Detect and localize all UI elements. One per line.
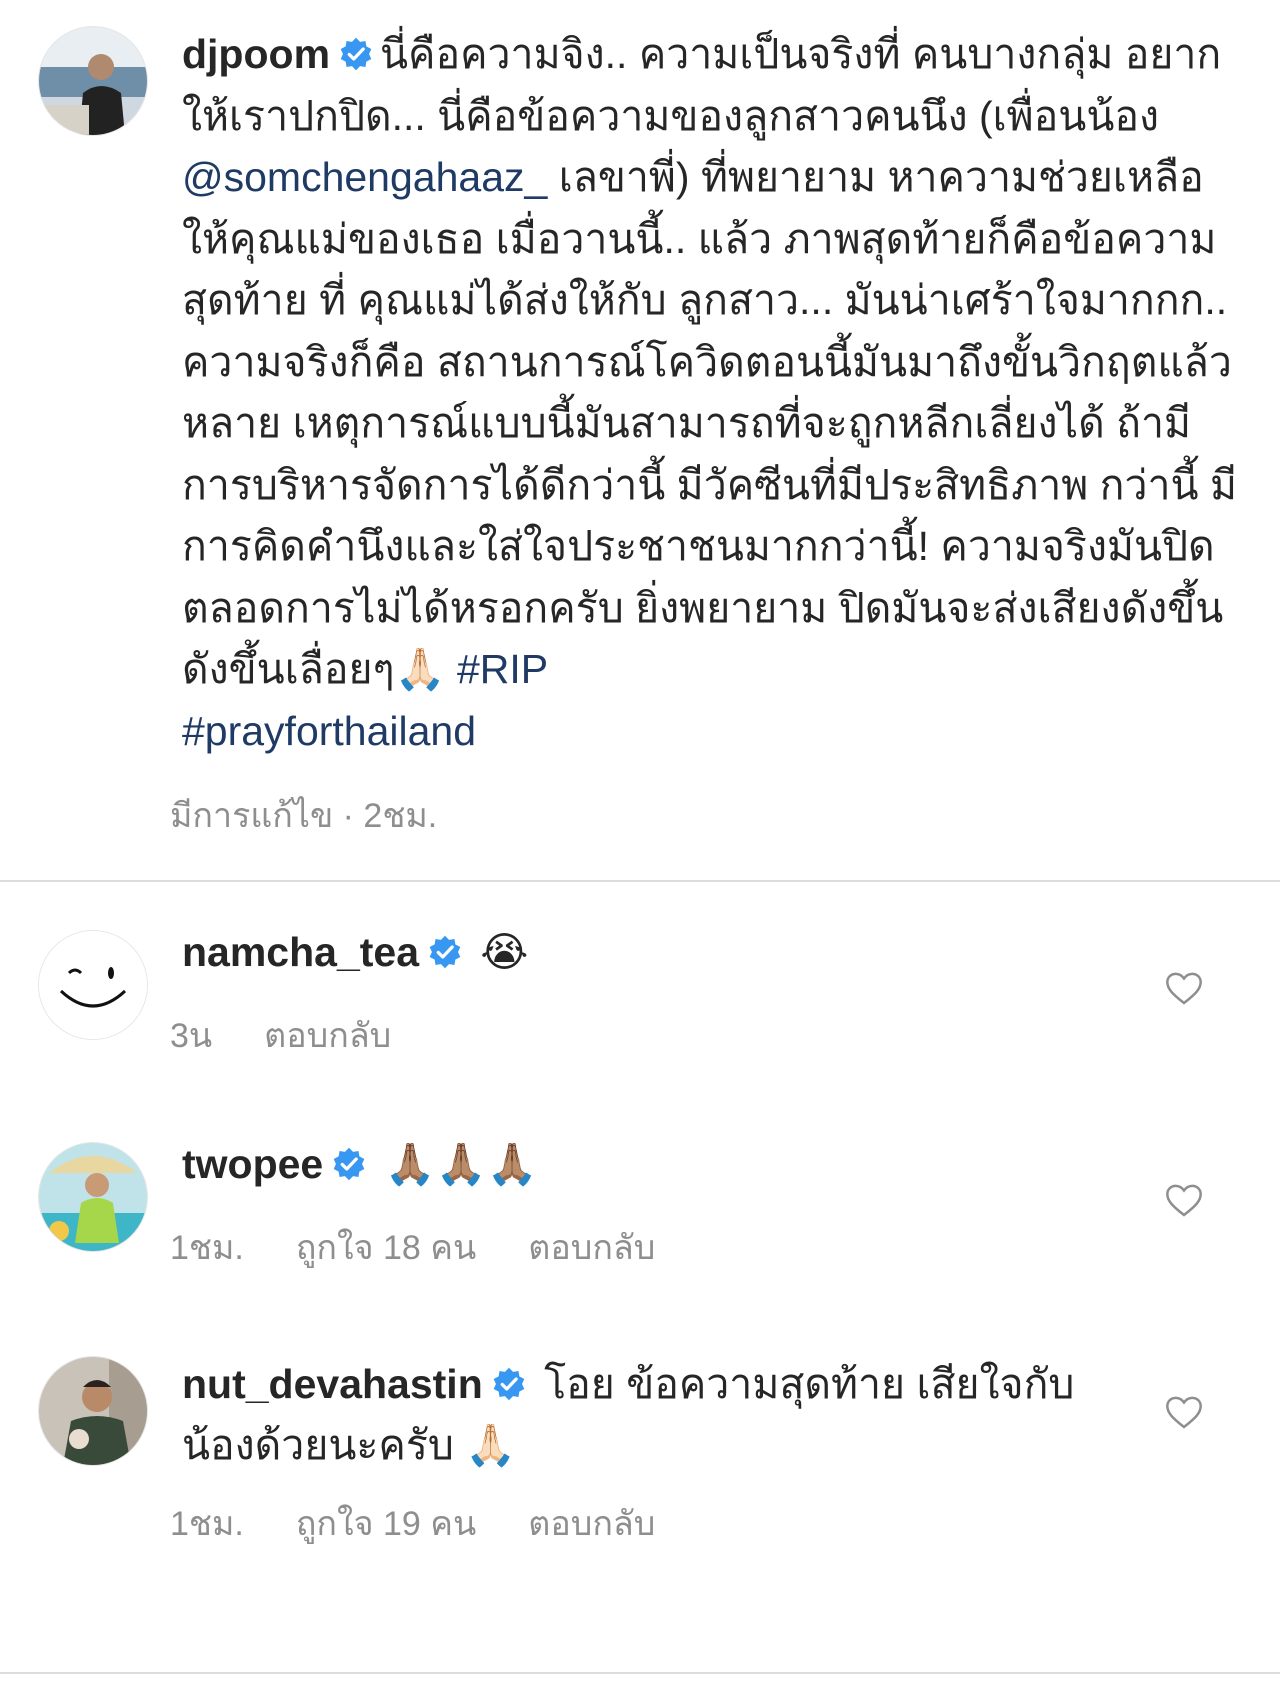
post-username[interactable]: djpoom — [182, 31, 330, 77]
smiley-face-icon — [39, 931, 147, 1039]
comment-username[interactable]: nut_devahastin — [182, 1361, 483, 1407]
comment-time: 1ชม. — [170, 1229, 244, 1267]
comment-nut-devahastin: nut_devahastin โอย ข้อความสุดท้าย เสียใจ… — [182, 1354, 1082, 1476]
reply-button[interactable]: ตอบกลับ — [528, 1505, 655, 1543]
heart-icon[interactable] — [1164, 1392, 1204, 1432]
verified-badge-icon — [331, 1146, 367, 1182]
avatar-djpoom[interactable] — [38, 26, 148, 136]
hashtag-rip[interactable]: #RIP — [457, 646, 548, 692]
hashtag-prayforthailand[interactable]: #prayforthailand — [182, 708, 476, 754]
avatar-photo — [39, 1143, 147, 1251]
comment-username[interactable]: twopee — [182, 1141, 323, 1187]
avatar-photo — [39, 1357, 147, 1465]
comment-meta: 1ชม. ถูกใจ 18 คน ตอบกลับ — [170, 1220, 707, 1274]
comment-likes[interactable]: ถูกใจ 19 คน — [296, 1505, 476, 1543]
avatar-photo — [39, 27, 147, 135]
verified-badge-icon — [338, 36, 374, 72]
post-edited-time: มีการแก้ไข · 2ชม. — [170, 797, 438, 835]
mention-link[interactable]: @somchengahaaz_ — [182, 154, 547, 200]
verified-badge-icon — [427, 934, 463, 970]
avatar-namcha-tea[interactable] — [38, 930, 148, 1040]
avatar-nut-devahastin[interactable] — [38, 1356, 148, 1466]
avatar-twopee[interactable] — [38, 1142, 148, 1252]
reply-button[interactable]: ตอบกลับ — [528, 1229, 655, 1267]
bottom-divider — [0, 1672, 1280, 1674]
comment-likes[interactable]: ถูกใจ 18 คน — [296, 1229, 476, 1267]
caption-text-2: เลขาพี่) ที่พยายาม หาความช่วยเหลือให้คุณ… — [182, 154, 1237, 692]
praying-hands-emoji: 🙏🏽🙏🏽🙏🏽 — [384, 1140, 538, 1188]
comment-meta: 3น ตอบกลับ — [170, 1008, 443, 1062]
post-caption: djpoom นี่คือความจิง.. ความเป็นจริงที่ คน… — [182, 24, 1242, 762]
comment-meta: 1ชม. ถูกใจ 19 คน ตอบกลับ — [170, 1496, 707, 1550]
verified-badge-icon — [491, 1366, 527, 1402]
comment-twopee: twopee 🙏🏽🙏🏽🙏🏽 — [182, 1134, 538, 1195]
comment-namcha-tea: namcha_tea 😭 — [182, 922, 528, 983]
reply-button[interactable]: ตอบกลับ — [264, 1017, 391, 1055]
crying-face-emoji: 😭 — [480, 928, 529, 976]
comment-time: 3น — [170, 1017, 213, 1055]
comment-time: 1ชม. — [170, 1505, 244, 1543]
praying-hands-emoji: 🙏🏻 — [394, 645, 446, 693]
divider — [0, 880, 1280, 882]
heart-icon[interactable] — [1164, 1180, 1204, 1220]
heart-icon[interactable] — [1164, 968, 1204, 1008]
comment-username[interactable]: namcha_tea — [182, 929, 419, 975]
